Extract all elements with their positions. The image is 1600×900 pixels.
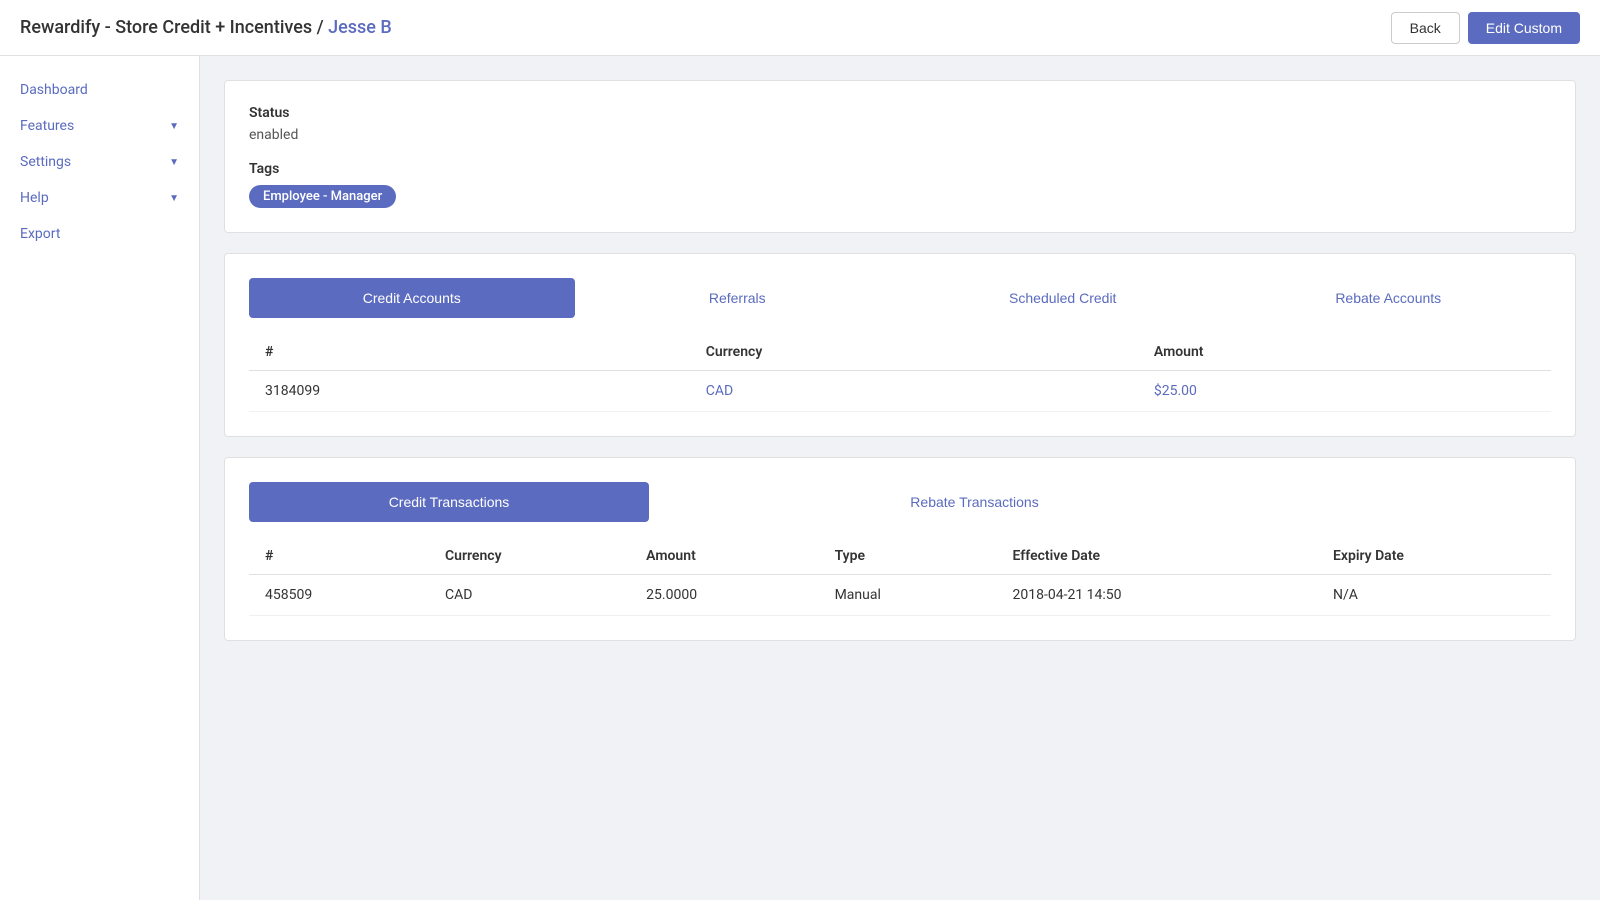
account-currency[interactable]: CAD [690,371,1138,412]
header-actions: Back Edit Custom [1391,12,1580,44]
sidebar: Dashboard Features ▼ Settings ▼ Help ▼ E… [0,56,200,900]
tags-container: Employee - Manager [249,185,1551,208]
transaction-currency: CAD [429,575,630,616]
tab-rebate-accounts[interactable]: Rebate Accounts [1226,278,1552,318]
transaction-expiry-date: N/A [1317,575,1551,616]
tab-credit-accounts[interactable]: Credit Accounts [249,278,575,318]
col-header-amount: Amount [630,538,818,575]
tab-credit-transactions[interactable]: Credit Transactions [249,482,649,522]
customer-name: Jesse B [328,17,392,38]
chevron-down-icon: ▼ [169,121,179,132]
sidebar-item-export[interactable]: Export [0,216,199,252]
sidebar-item-label: Features [20,118,74,134]
col-header-currency: Currency [690,334,1138,371]
layout: Dashboard Features ▼ Settings ▼ Help ▼ E… [0,56,1600,900]
back-button[interactable]: Back [1391,12,1460,44]
status-label: Status [249,105,1551,121]
main-content: Status enabled Tags Employee - Manager C… [200,56,1600,900]
transactions-table: # Currency Amount Type Effective Date Ex… [249,538,1551,616]
sidebar-item-features[interactable]: Features ▼ [0,108,199,144]
col-header-amount: Amount [1138,334,1551,371]
transactions-tabs: Credit Transactions Rebate Transactions [249,482,1551,522]
tab-rebate-transactions[interactable]: Rebate Transactions [649,482,1300,522]
credit-accounts-table: # Currency Amount 3184099 CAD $25.00 [249,334,1551,412]
col-header-currency: Currency [429,538,630,575]
tab-referrals[interactable]: Referrals [575,278,901,318]
credit-accounts-tabs: Credit Accounts Referrals Scheduled Cred… [249,278,1551,318]
col-header-id: # [249,538,429,575]
col-header-type: Type [819,538,997,575]
app-title: Rewardify - Store Credit + Incentives / [20,17,328,38]
account-amount[interactable]: $25.00 [1138,371,1551,412]
sidebar-item-label: Help [20,190,49,206]
col-header-id: # [249,334,690,371]
edit-customer-button[interactable]: Edit Custom [1468,12,1580,44]
transactions-card: Credit Transactions Rebate Transactions … [224,457,1576,641]
account-id: 3184099 [249,371,690,412]
status-value: enabled [249,127,1551,143]
header: Rewardify - Store Credit + Incentives / … [0,0,1600,56]
credit-accounts-card: Credit Accounts Referrals Scheduled Cred… [224,253,1576,437]
transaction-id: 458509 [249,575,429,616]
table-row: 3184099 CAD $25.00 [249,371,1551,412]
transaction-type: Manual [819,575,997,616]
transaction-effective-date: 2018-04-21 14:50 [997,575,1317,616]
table-row: 458509 CAD 25.0000 Manual 2018-04-21 14:… [249,575,1551,616]
sidebar-item-settings[interactable]: Settings ▼ [0,144,199,180]
employee-manager-tag: Employee - Manager [249,185,396,208]
sidebar-item-help[interactable]: Help ▼ [0,180,199,216]
tags-label: Tags [249,161,1551,177]
col-header-expiry-date: Expiry Date [1317,538,1551,575]
chevron-down-icon: ▼ [169,157,179,168]
sidebar-item-label: Settings [20,154,71,170]
sidebar-item-label: Export [20,226,60,242]
sidebar-item-dashboard[interactable]: Dashboard [0,72,199,108]
sidebar-item-label: Dashboard [20,82,88,98]
page-title: Rewardify - Store Credit + Incentives / … [20,17,392,38]
chevron-down-icon: ▼ [169,193,179,204]
customer-info-card: Status enabled Tags Employee - Manager [224,80,1576,233]
col-header-effective-date: Effective Date [997,538,1317,575]
tab-scheduled-credit[interactable]: Scheduled Credit [900,278,1226,318]
transaction-amount: 25.0000 [630,575,818,616]
